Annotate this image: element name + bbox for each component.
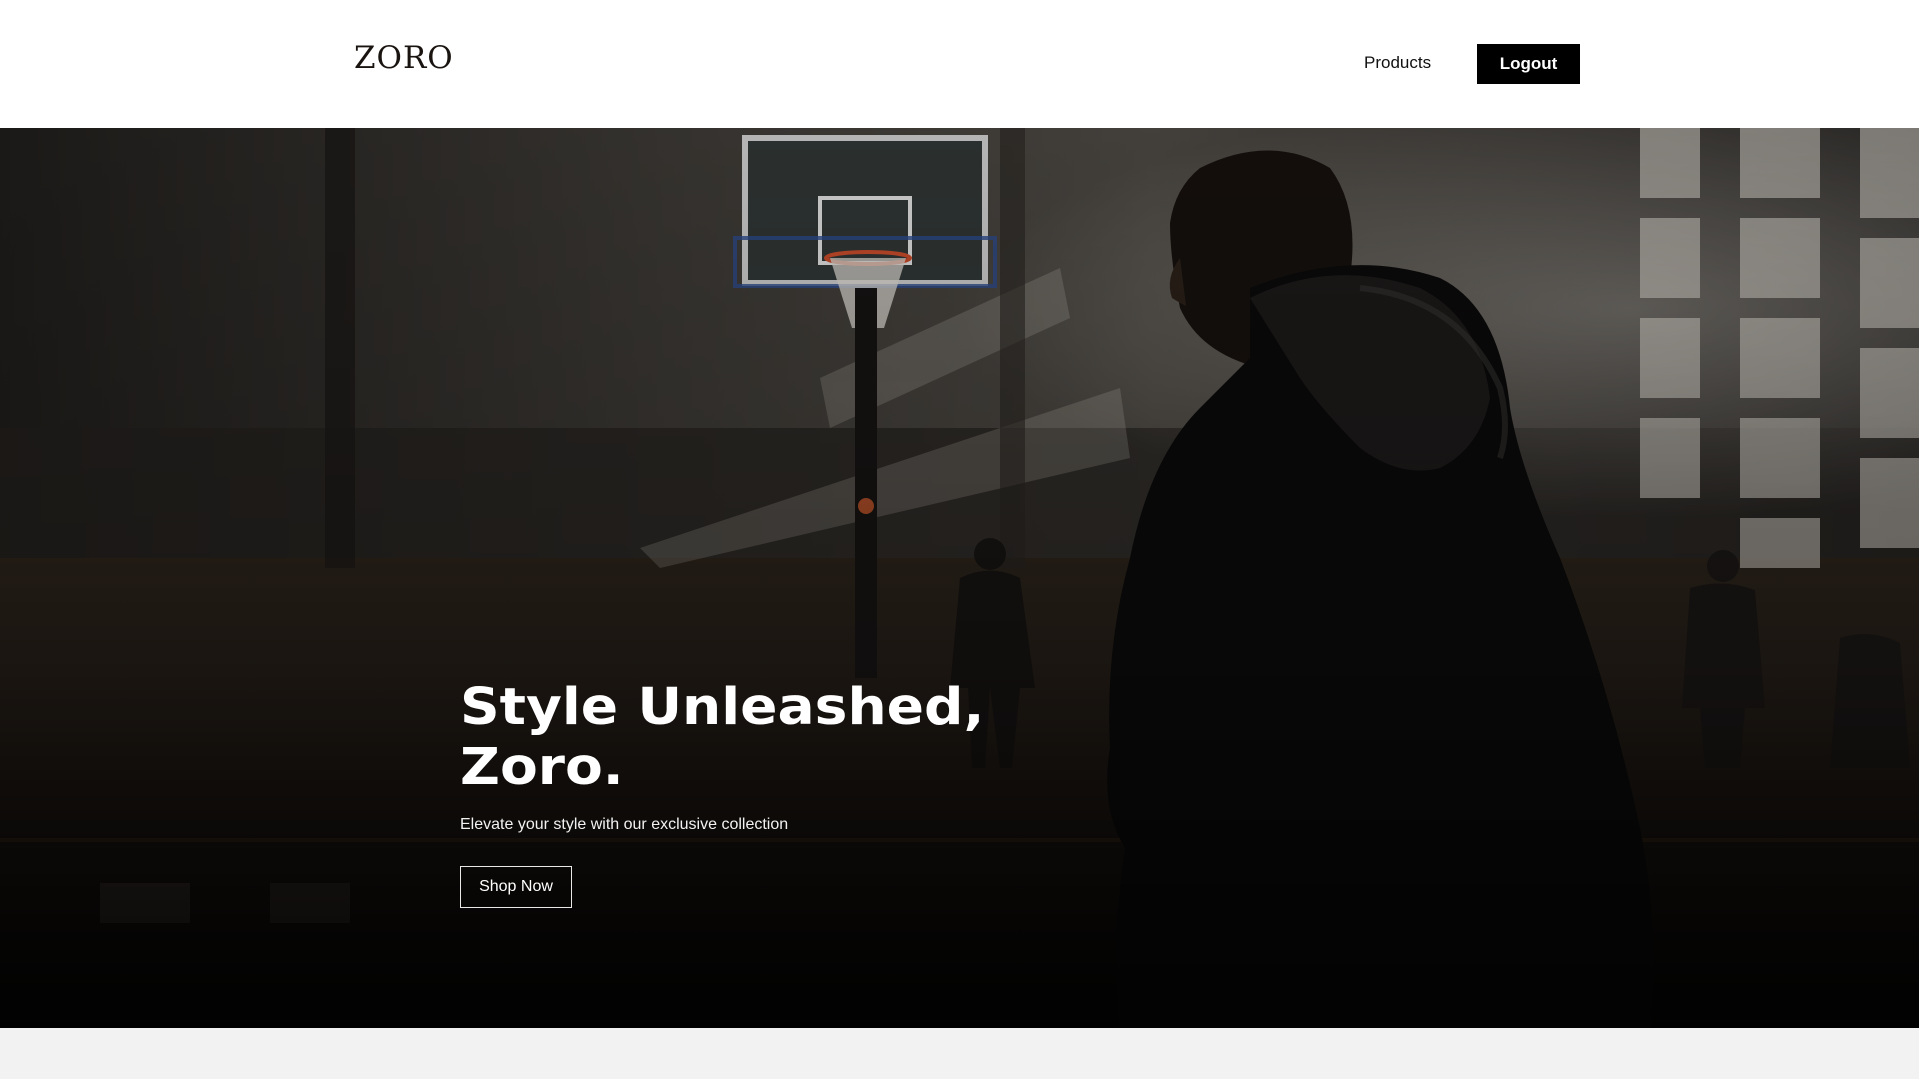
hero-title-line2: Zoro. — [460, 738, 624, 797]
hero-section: Style Unleashed, Zoro. Elevate your styl… — [0, 128, 1919, 1028]
hero-title: Style Unleashed, Zoro. — [460, 678, 1216, 798]
logo[interactable]: ZORO — [354, 40, 454, 76]
nav-products-link[interactable]: Products — [1364, 53, 1431, 73]
shop-now-button[interactable]: Shop Now — [460, 866, 572, 908]
site-header: ZORO Products Logout — [0, 0, 1919, 128]
hero-title-line1: Style Unleashed, — [460, 678, 985, 737]
below-fold-section — [0, 1028, 1919, 1079]
hero-subtitle: Elevate your style with our exclusive co… — [460, 816, 789, 833]
logout-button[interactable]: Logout — [1477, 44, 1580, 84]
hero-content: Style Unleashed, Zoro. Elevate your styl… — [460, 678, 1160, 908]
